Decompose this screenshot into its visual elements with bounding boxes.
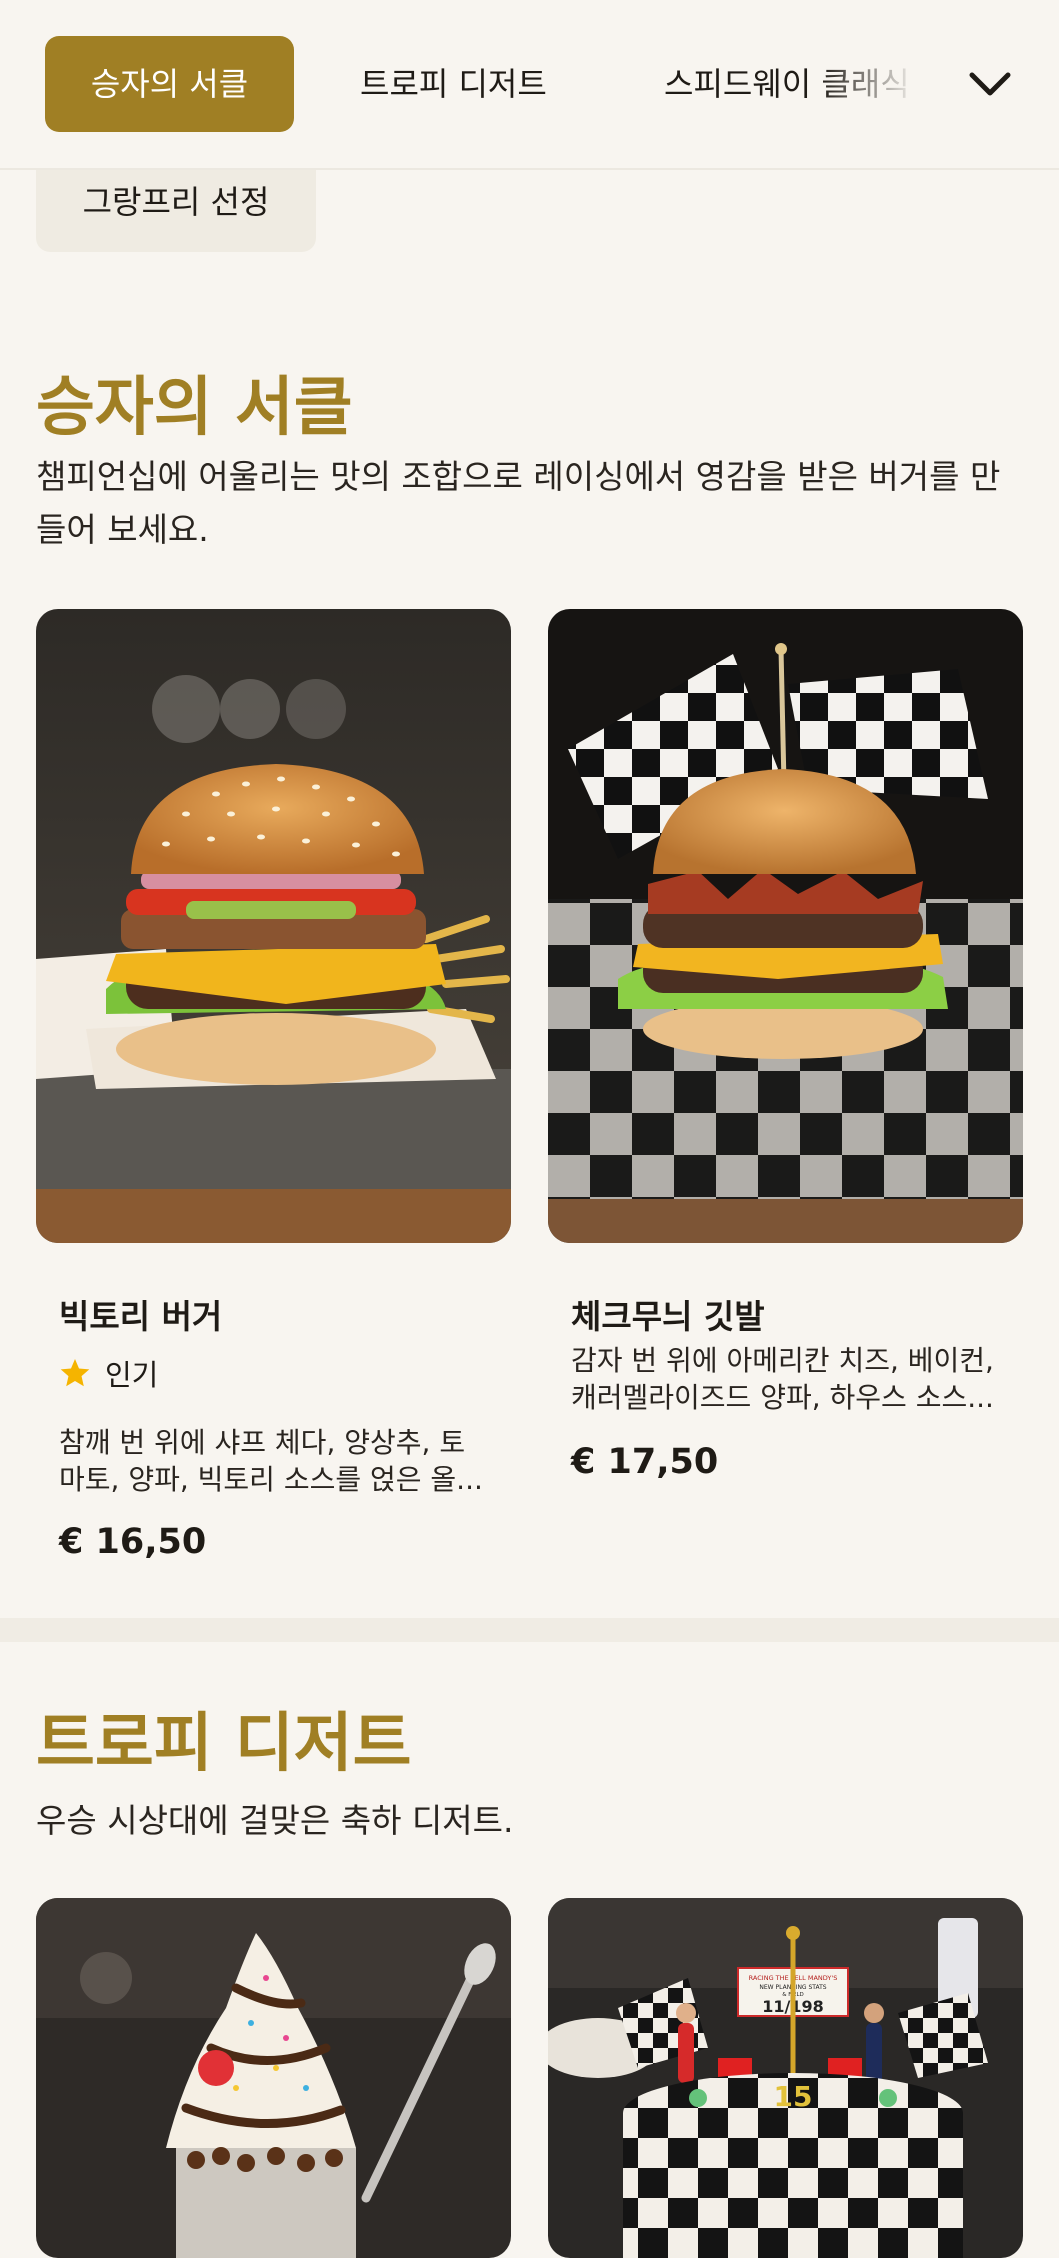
section-description: 우승 시상대에 걸맞은 축하 디저트. xyxy=(36,1801,514,1840)
section-description: 챔피언십에 어울리는 맛의 조합으로 레이싱에서 영감을 받은 버거를 만들어 … xyxy=(36,457,1001,549)
item-price: € 16,50 xyxy=(59,1522,207,1562)
tab-winners-circle[interactable]: 승자의 서클 xyxy=(45,36,294,132)
popular-badge: 인기 xyxy=(59,1352,158,1394)
item-description: 참깨 번 위에 샤프 체다, 양상추, 토마토, 양파, 빅토리 소스를 얹은 … xyxy=(59,1426,483,1496)
section-title: 트로피 디저트 xyxy=(36,1707,412,1781)
item-name: 체크무늬 깃발 xyxy=(571,1297,765,1336)
section-divider xyxy=(0,1618,1059,1642)
section-title: 승자의 서클 xyxy=(36,371,353,445)
item-price: € 17,50 xyxy=(571,1442,719,1482)
category-nav: 승자의 서클 트로피 디저트 스피드웨이 클래식 xyxy=(0,0,1059,170)
tab-grand-prix-selection[interactable]: 그랑프리 선정 xyxy=(36,160,316,252)
tab-fade-overlay xyxy=(820,20,970,150)
cake-number: 15 xyxy=(774,2080,813,2113)
sundae-image[interactable] xyxy=(36,1898,511,2258)
victory-burger-image[interactable] xyxy=(36,609,511,1243)
star-icon xyxy=(60,1359,90,1387)
checkered-flag-burger-image[interactable] xyxy=(548,609,1023,1243)
tab-trophy-desserts[interactable]: 트로피 디저트 xyxy=(360,36,547,132)
item-name: 빅토리 버거 xyxy=(59,1297,223,1336)
item-description: 감자 번 위에 아메리칸 치즈, 베이컨, 캐러멜라이즈드 양파, 하우스 소스… xyxy=(571,1344,994,1414)
race-cake-image[interactable]: RACING THE FELL MANDY'S NEW PLANNING STA… xyxy=(548,1898,1023,2258)
popular-label: 인기 xyxy=(105,1358,159,1392)
chevron-down-icon[interactable] xyxy=(960,54,1020,114)
